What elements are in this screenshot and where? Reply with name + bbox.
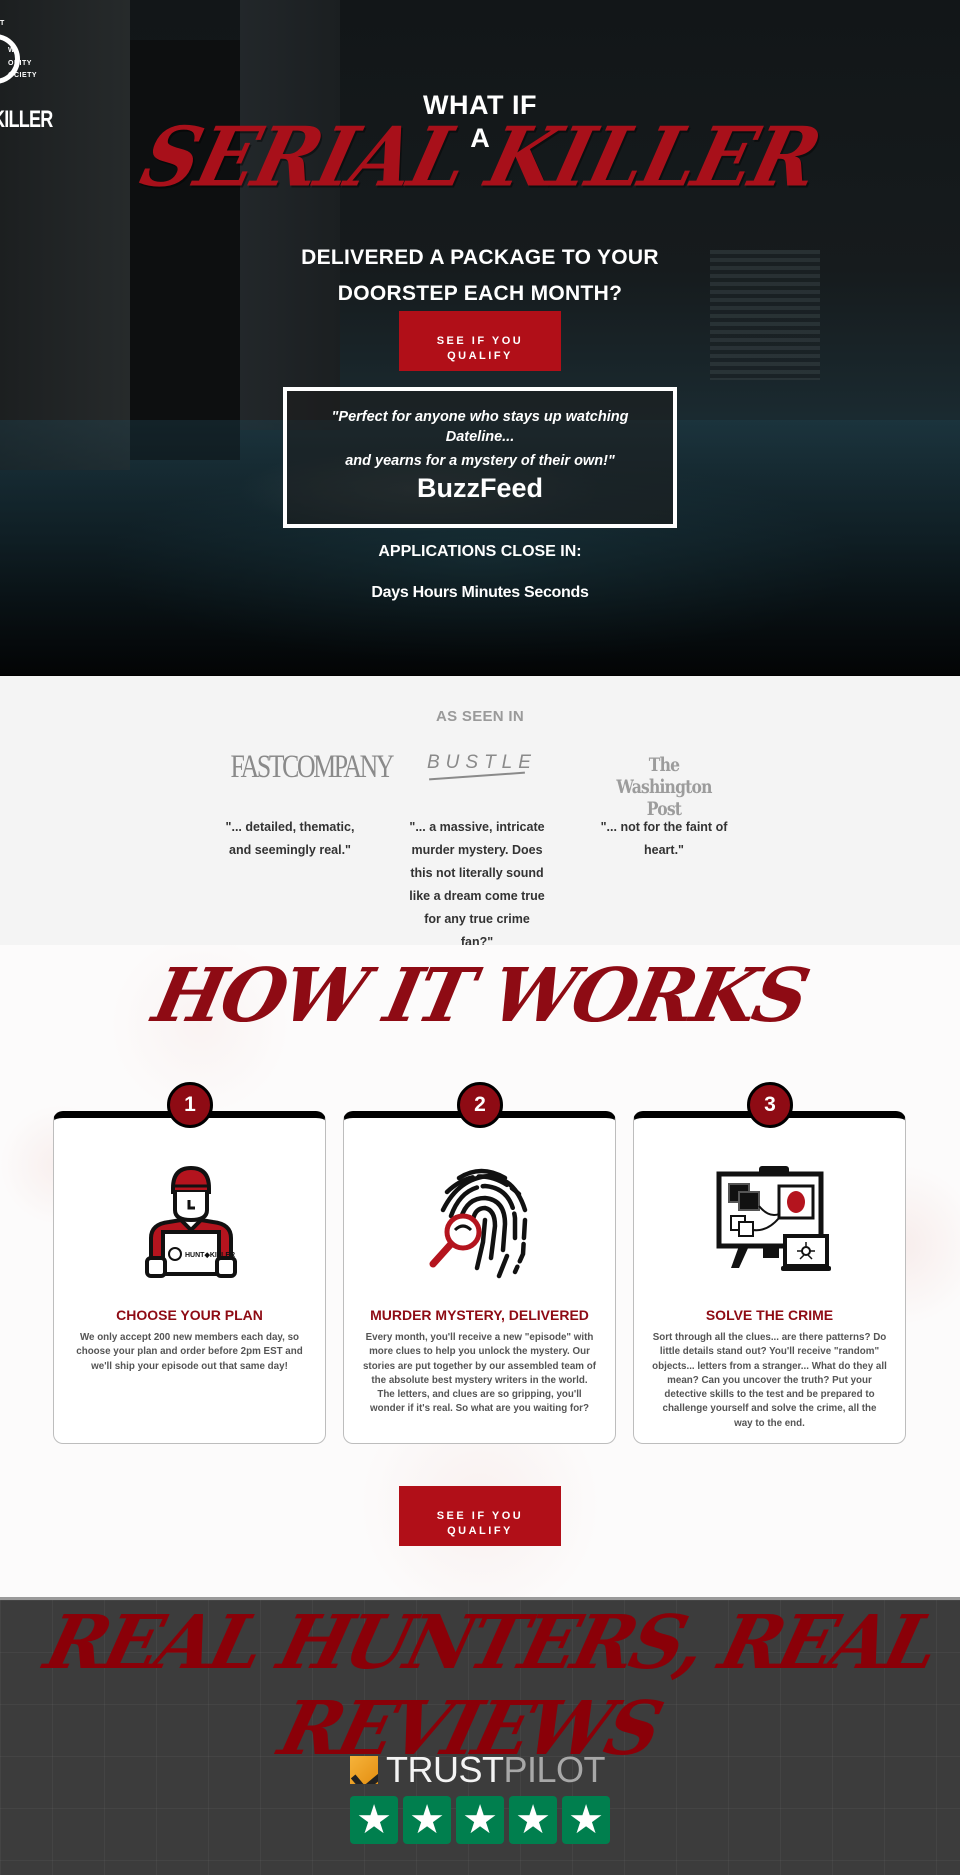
star-icon: ★	[562, 1796, 610, 1844]
evidence-board-icon	[716, 1166, 831, 1271]
washington-post-logo: The Washington Post	[616, 754, 712, 820]
step-title: SOLVE THE CRIME	[705, 1307, 834, 1323]
fingerprint-magnifier-icon	[429, 1168, 528, 1279]
section-title: AS SEEN IN	[435, 708, 525, 725]
delivery-person-icon: HUNT◆KILLER	[145, 1165, 237, 1278]
section-title: HOW IT WORKS	[146, 953, 814, 1039]
quote-source: BuzzFeed	[416, 473, 543, 503]
star-icon: ★	[509, 1796, 557, 1844]
star-icon: ★	[350, 1796, 398, 1844]
section-title: REAL HUNTERS, REAL REVIEWS	[37, 1600, 945, 1772]
step-card: 2 MURDER MYSTERY, DELIVERED Every month,…	[343, 1082, 616, 1444]
button-label: SEE IF YOU	[436, 334, 524, 347]
trustpilot-brand-text: PILOT	[503, 1749, 606, 1790]
how-it-works-section: HOW IT WORKS 1 HUNT◆KILLER CHOOSE YOUR P…	[0, 945, 960, 1597]
hero-section: T W ONITY OCIETY KILLER WHAT IF SERIAL K…	[0, 0, 960, 675]
subheadline-line: DELIVERED A PACKAGE TO YOUR	[301, 246, 659, 269]
button-label: QUALIFY	[447, 349, 513, 362]
trustpilot-logo: TRUST PILOT	[350, 1749, 610, 1790]
step-card: 1 HUNT◆KILLER CHOOSE YOUR PLAN We only a…	[53, 1082, 326, 1444]
press-quote: "... detailed, thematic, and seemingly r…	[225, 820, 355, 857]
button-label: SEE IF YOU	[436, 1509, 524, 1522]
star-icon: ★	[456, 1796, 504, 1844]
step-number-badge: 2	[457, 1082, 503, 1128]
star-rating: ★ ★ ★ ★ ★	[350, 1796, 610, 1844]
press-quote: "... a massive, intricate murder mystery…	[409, 820, 545, 949]
see-if-you-qualify-button[interactable]: SEE IF YOU QUALIFY	[399, 1486, 561, 1546]
step-card: 3 SOLVE THE CRIME Sort through all the c…	[633, 1082, 906, 1444]
logo-text: ONITY	[8, 60, 32, 67]
logo-text: T	[0, 20, 5, 27]
fast-company-logo: FASTCOMPANY	[230, 749, 395, 785]
bustle-logo-text: BUSTLE	[427, 752, 537, 773]
buzzfeed-quote-box: "Perfect for anyone who stays up watchin…	[283, 387, 677, 528]
step-description: We only accept 200 new members each day,…	[76, 1332, 303, 1372]
star-icon: ★	[403, 1796, 451, 1844]
logo-text: W	[8, 47, 16, 54]
applications-close-label: APPLICATIONS CLOSE IN:	[378, 543, 582, 560]
step-number-badge: 1	[167, 1082, 213, 1128]
quote-line: and yearns for a mystery of their own!"	[345, 453, 615, 469]
step-number-badge: 3	[747, 1082, 793, 1128]
background-wall	[240, 0, 340, 430]
subheadline-line: DOORSTEP EACH MONTH?	[337, 282, 623, 305]
press-quote: "... not for the faint of heart."	[600, 820, 728, 857]
logo-text: OCIETY	[8, 72, 38, 79]
quote-line: "Perfect for anyone who stays up watchin…	[331, 409, 629, 445]
reviews-section: REAL HUNTERS, REAL REVIEWS TRUST PILOT ★…	[0, 1597, 960, 1875]
as-seen-in-section: AS SEEN IN FASTCOMPANY BUSTLE The Washin…	[0, 675, 960, 949]
countdown-timer: Days Hours Minutes Seconds	[371, 584, 589, 601]
button-label: QUALIFY	[447, 1524, 513, 1537]
headline-a: A	[470, 123, 490, 153]
step-description: Every month, you'll receive a new "episo…	[362, 1332, 596, 1415]
bustle-logo: BUSTLE	[427, 752, 531, 781]
trustpilot-brand-text: TRUST	[386, 1749, 504, 1790]
step-title: CHOOSE YOUR PLAN	[116, 1307, 263, 1323]
step-title: MURDER MYSTERY, DELIVERED	[370, 1307, 589, 1323]
trustpilot-rating[interactable]: TRUST PILOT ★ ★ ★ ★ ★	[350, 1749, 610, 1844]
step-description: Sort through all the clues... are there …	[652, 1332, 887, 1429]
trustpilot-mark-icon	[350, 1756, 378, 1784]
see-if-you-qualify-button[interactable]: SEE IF YOU QUALIFY	[399, 311, 561, 371]
hero-subheadline: DELIVERED A PACKAGE TO YOUR DOORSTEP EAC…	[0, 240, 960, 312]
